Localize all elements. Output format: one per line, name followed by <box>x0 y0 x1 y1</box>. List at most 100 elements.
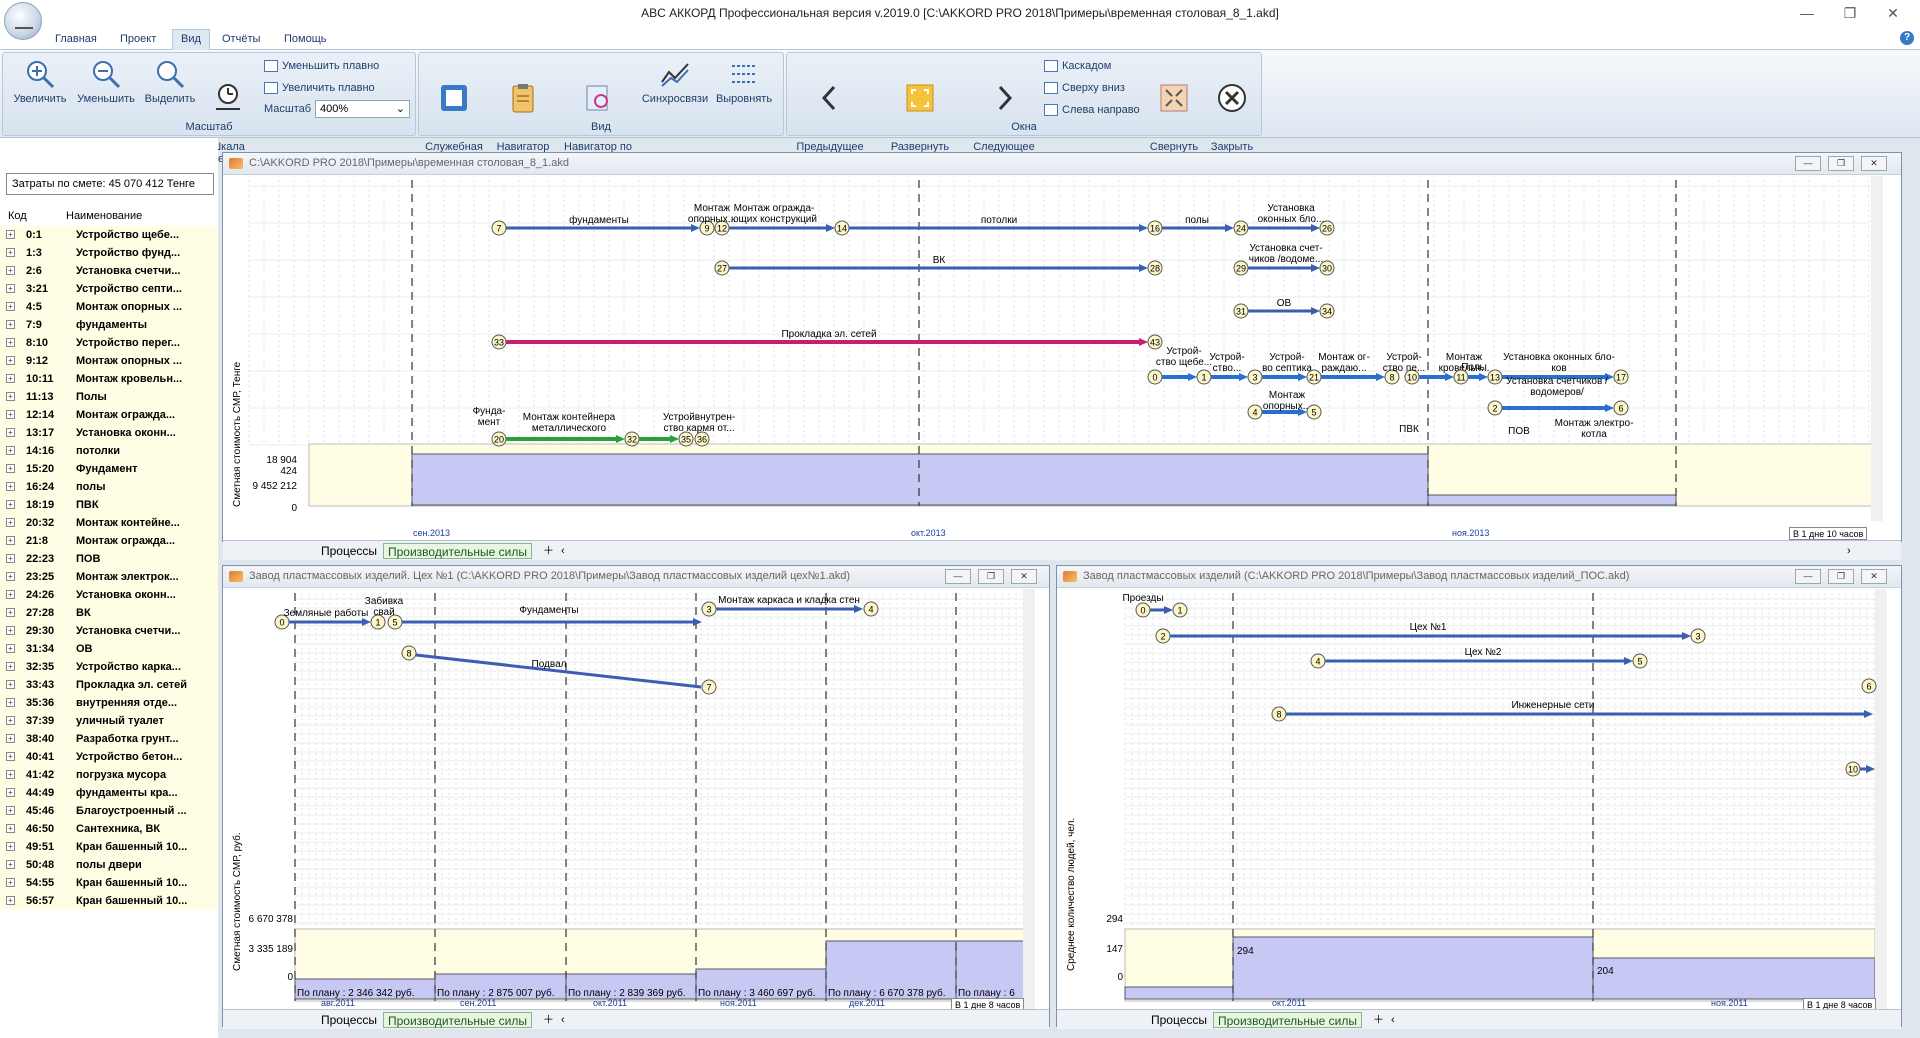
expand-icon[interactable]: + <box>6 662 15 671</box>
list-item[interactable]: +15:20 Фундамент <box>0 460 218 478</box>
tab-productive-forces[interactable]: Производительные силы <box>1213 1012 1363 1028</box>
list-item[interactable]: +14:16 потолки <box>0 442 218 460</box>
list-item[interactable]: +29:30 Установка счетчи... <box>0 622 218 640</box>
scroll-right-icon[interactable]: › <box>1843 543 1855 559</box>
expand-icon[interactable]: + <box>6 428 15 437</box>
expand-icon[interactable]: + <box>6 464 15 473</box>
list-item[interactable]: +27:28 ВК <box>0 604 218 622</box>
restore-icon[interactable]: ❐ <box>1835 4 1865 22</box>
list-item[interactable]: +1:3 Устройство фунд... <box>0 244 218 262</box>
list-item[interactable]: +11:13 Полы <box>0 388 218 406</box>
list-item[interactable]: +12:14 Монтаж огражда... <box>0 406 218 424</box>
expand-icon[interactable]: + <box>6 230 15 239</box>
help-icon[interactable]: ? <box>1900 31 1914 45</box>
list-item[interactable]: +23:25 Монтаж электрок... <box>0 568 218 586</box>
list-item[interactable]: +37:39 уличный туалет <box>0 712 218 730</box>
sync-links-button[interactable]: Синхросвязи <box>640 58 710 105</box>
expand-icon[interactable]: + <box>6 266 15 275</box>
expand-icon[interactable]: + <box>6 248 15 257</box>
menu-view[interactable]: Вид <box>172 29 210 51</box>
expand-icon[interactable]: + <box>6 752 15 761</box>
expand-icon[interactable]: + <box>6 302 15 311</box>
close-icon[interactable]: ✕ <box>1878 4 1908 22</box>
list-item[interactable]: +33:43 Прокладка эл. сетей <box>0 676 218 694</box>
expand-icon[interactable]: + <box>6 878 15 887</box>
scroll-left-icon[interactable]: ‹ <box>557 543 569 559</box>
expand-icon[interactable]: + <box>6 536 15 545</box>
list-item[interactable]: +49:51 Кран башенный 10... <box>0 838 218 856</box>
network-diagram[interactable]: По плану : 2 346 342 руб. По плану : 2 87… <box>229 589 1037 1009</box>
list-item[interactable]: +18:19 ПВК <box>0 496 218 514</box>
window-header[interactable]: Завод пластмассовых изделий. Цех №1 (C:\… <box>223 566 1049 588</box>
expand-icon[interactable]: + <box>6 680 15 689</box>
list-item[interactable]: +0:1 Устройство щебе... <box>0 226 218 244</box>
expand-icon[interactable]: + <box>6 608 15 617</box>
expand-icon[interactable]: + <box>6 842 15 851</box>
expand-icon[interactable]: + <box>6 644 15 653</box>
expand-icon[interactable]: + <box>6 824 15 833</box>
minimize-icon[interactable]: — <box>1795 569 1821 584</box>
expand-icon[interactable]: + <box>6 356 15 365</box>
expand-icon[interactable]: + <box>6 500 15 509</box>
expand-icon[interactable]: + <box>6 860 15 869</box>
expand-icon[interactable]: + <box>6 896 15 905</box>
expand-icon[interactable]: + <box>6 284 15 293</box>
smooth-zoom-out-button[interactable]: Уменьшить плавно <box>264 58 379 74</box>
app-logo-icon[interactable] <box>4 2 42 40</box>
restore-icon[interactable]: ❐ <box>978 569 1004 584</box>
zoom-out-button[interactable]: Уменьшить <box>74 58 138 105</box>
list-item[interactable]: +45:46 Благоустроенный ... <box>0 802 218 820</box>
list-item[interactable]: +9:12 Монтаж опорных ... <box>0 352 218 370</box>
column-code[interactable]: Код <box>8 210 27 222</box>
list-item[interactable]: +13:17 Установка оконн... <box>0 424 218 442</box>
expand-icon[interactable]: + <box>6 374 15 383</box>
tab-processes[interactable]: Процессы <box>317 1012 381 1028</box>
tile-horizontal-button[interactable]: Слева направо <box>1044 102 1140 118</box>
menu-project[interactable]: Проект <box>120 33 156 45</box>
list-item[interactable]: +40:41 Устройство бетон... <box>0 748 218 766</box>
expand-icon[interactable]: + <box>6 410 15 419</box>
list-item[interactable]: +24:26 Установка оконн... <box>0 586 218 604</box>
align-button[interactable]: Выровнять <box>712 58 776 105</box>
scroll-left-icon[interactable]: ‹ <box>1387 1012 1399 1028</box>
expand-icon[interactable]: + <box>6 734 15 743</box>
add-tab-icon[interactable]: ＋ <box>539 543 558 559</box>
list-item[interactable]: +10:11 Монтаж кровельн... <box>0 370 218 388</box>
expand-icon[interactable]: + <box>6 446 15 455</box>
expand-icon[interactable]: + <box>6 554 15 563</box>
scroll-left-icon[interactable]: ‹ <box>557 1012 569 1028</box>
expand-icon[interactable]: + <box>6 338 15 347</box>
minimize-icon[interactable]: — <box>1795 156 1821 171</box>
restore-icon[interactable]: ❐ <box>1828 156 1854 171</box>
network-diagram[interactable]: 7фундаменты9 12Монтажопорных...Монтаж огр… <box>229 176 1889 521</box>
list-item[interactable]: +31:34 ОВ <box>0 640 218 658</box>
menu-reports[interactable]: Отчёты <box>222 33 260 45</box>
tab-processes[interactable]: Процессы <box>1147 1012 1211 1028</box>
close-icon[interactable]: ✕ <box>1011 569 1037 584</box>
window-header[interactable]: Завод пластмассовых изделий (C:\AKKORD P… <box>1057 566 1901 588</box>
select-button[interactable]: Выделить <box>140 58 200 105</box>
expand-icon[interactable]: + <box>6 716 15 725</box>
expand-icon[interactable]: + <box>6 590 15 599</box>
list-item[interactable]: +41:42 погрузка мусора <box>0 766 218 784</box>
list-item[interactable]: +8:10 Устройство перег... <box>0 334 218 352</box>
expand-icon[interactable]: + <box>6 482 15 491</box>
expand-icon[interactable]: + <box>6 518 15 527</box>
network-diagram[interactable]: 294 204 0 Проезды 1 2 Цех №1 3 4 Цех №2 5 6 8 Инженер… <box>1063 589 1889 1009</box>
list-item[interactable]: +46:50 Сантехника, ВК <box>0 820 218 838</box>
list-item[interactable]: +32:35 Устройство карка... <box>0 658 218 676</box>
smooth-zoom-in-button[interactable]: Увеличить плавно <box>264 80 375 96</box>
restore-icon[interactable]: ❐ <box>1828 569 1854 584</box>
column-name[interactable]: Наименование <box>66 210 142 222</box>
expand-icon[interactable]: + <box>6 320 15 329</box>
list-item[interactable]: +3:21 Устройство септи... <box>0 280 218 298</box>
add-tab-icon[interactable]: ＋ <box>1369 1012 1388 1028</box>
tab-productive-forces[interactable]: Производительные силы <box>383 543 533 559</box>
tab-productive-forces[interactable]: Производительные силы <box>383 1012 533 1028</box>
window-header[interactable]: C:\AKKORD PRO 2018\Примеры\временная сто… <box>223 153 1901 175</box>
list-item[interactable]: +38:40 Разработка грунт... <box>0 730 218 748</box>
list-item[interactable]: +16:24 полы <box>0 478 218 496</box>
list-item[interactable]: +7:9 фундаменты <box>0 316 218 334</box>
expand-icon[interactable]: + <box>6 392 15 401</box>
cascade-button[interactable]: Каскадом <box>1044 58 1111 74</box>
